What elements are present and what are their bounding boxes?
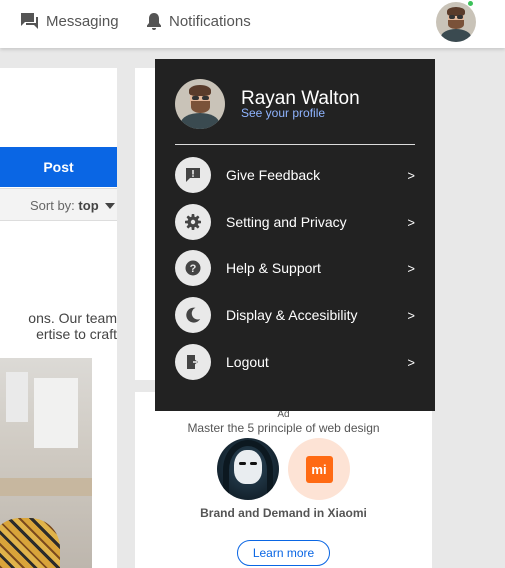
logout-icon <box>175 344 211 380</box>
menu-item-label: Display & Accesibility <box>226 307 358 323</box>
ad-xiaomi-logo[interactable]: mi <box>288 438 350 500</box>
chevron-right-icon: > <box>407 307 415 323</box>
post-image[interactable] <box>0 358 92 568</box>
post-body-text: ons. Our team ertise to craft <box>0 310 117 342</box>
sort-bar: Sort by: top <box>0 188 117 221</box>
post-text-line: ons. Our team <box>28 310 117 326</box>
menu-item-display-accessibility[interactable]: Display & Accesibility > <box>175 297 415 333</box>
menu-avatar[interactable] <box>175 79 225 129</box>
menu-item-give-feedback[interactable]: Give Feedback > <box>175 157 415 193</box>
ad-card: Ad Master the 5 principle of web design … <box>135 392 432 568</box>
online-status-dot <box>467 0 474 7</box>
menu-item-label: Help & Support <box>226 260 321 276</box>
profile-avatar-button[interactable] <box>436 2 476 42</box>
chevron-right-icon: > <box>407 354 415 370</box>
post-text-line: ertise to craft <box>36 326 117 342</box>
ad-brand-text: Brand and Demand in Xiaomi <box>200 506 367 520</box>
caret-down-icon[interactable] <box>105 203 115 209</box>
help-icon: ? <box>175 250 211 286</box>
bell-icon <box>146 12 162 30</box>
chevron-right-icon: > <box>407 167 415 183</box>
menu-item-logout[interactable]: Logout > <box>175 344 415 380</box>
menu-item-label: Logout <box>226 354 269 370</box>
moon-icon <box>175 297 211 333</box>
menu-divider <box>175 144 415 145</box>
avatar <box>436 2 476 42</box>
chevron-right-icon: > <box>407 260 415 276</box>
post-composer-area[interactable] <box>0 68 117 146</box>
ad-hacker-logo[interactable] <box>217 438 279 500</box>
top-navigation-bar: Messaging Notifications <box>0 0 505 48</box>
sort-label[interactable]: Sort by: top <box>30 198 99 213</box>
nav-messaging[interactable]: Messaging <box>20 12 119 30</box>
xiaomi-logo-icon: mi <box>305 455 333 483</box>
learn-more-button[interactable]: Learn more <box>237 540 330 566</box>
feed-card: Post Sort by: top ons. Our team ertise t… <box>0 68 117 568</box>
ad-title: Master the 5 principle of web design <box>187 421 380 435</box>
post-button[interactable]: Post <box>0 147 117 187</box>
messaging-label: Messaging <box>46 12 119 30</box>
chevron-right-icon: > <box>407 214 415 230</box>
sort-prefix: Sort by: <box>30 198 75 213</box>
svg-text:?: ? <box>190 263 197 275</box>
see-profile-link[interactable]: See your profile <box>241 106 325 120</box>
profile-dropdown-menu: Rayan Walton See your profile Give Feedb… <box>155 59 435 411</box>
avatar <box>175 79 225 129</box>
gear-icon <box>175 204 211 240</box>
feedback-icon <box>175 157 211 193</box>
menu-item-settings-privacy[interactable]: Setting and Privacy > <box>175 204 415 240</box>
nav-notifications[interactable]: Notifications <box>146 12 251 30</box>
menu-item-label: Give Feedback <box>226 167 321 183</box>
chat-bubble-icon <box>20 12 39 30</box>
menu-item-help-support[interactable]: ? Help & Support > <box>175 250 415 286</box>
notifications-label: Notifications <box>169 12 251 30</box>
menu-item-label: Setting and Privacy <box>226 214 347 230</box>
sort-value: top <box>78 198 99 213</box>
